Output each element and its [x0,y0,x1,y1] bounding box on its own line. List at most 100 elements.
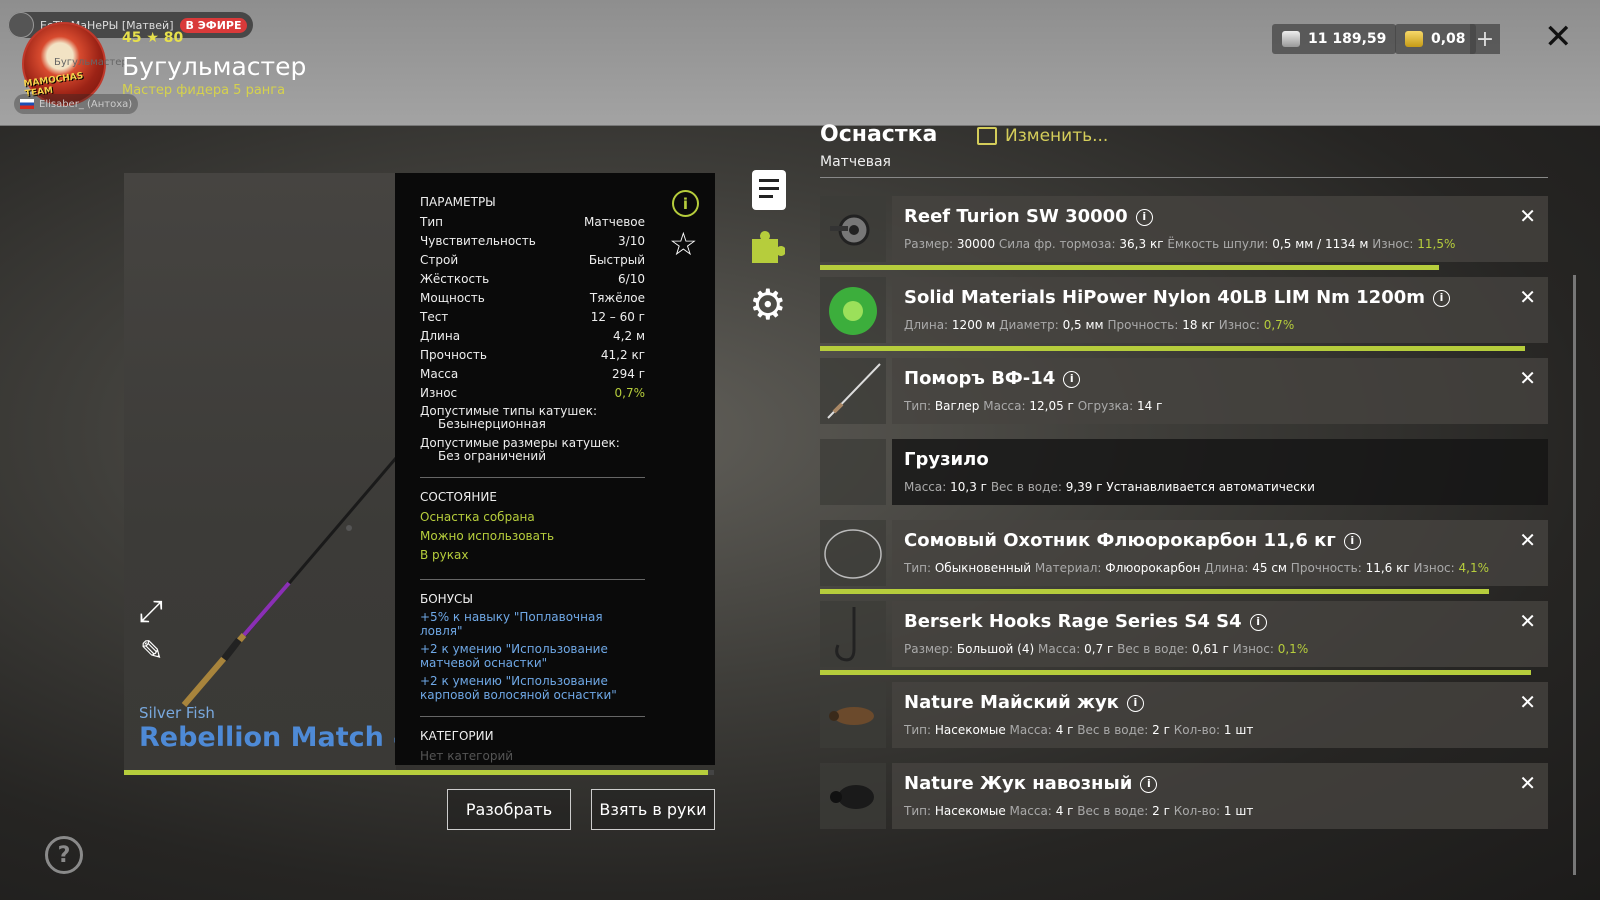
param-value: Тяжёлое [589,291,645,305]
bonus-title: БОНУСЫ [420,592,473,606]
item-props: Масса: 10,3 г Вес в воде: 9,39 г Устанав… [904,480,1315,494]
state-item: Оснастка собрана [420,510,535,524]
tackle-title: Оснастка [820,122,938,147]
info-icon[interactable]: i [1063,371,1081,388]
player-name: Бугульмастер [122,52,307,81]
info-icon[interactable]: i [1135,209,1153,226]
expand-icon[interactable]: ⤢ [139,594,163,629]
param-row: Мощность Тяжёлое [420,289,645,308]
info-icon[interactable]: i [1343,533,1361,550]
add-currency-button[interactable]: + [1470,24,1500,54]
param-row: Износ 0,7% [420,384,645,403]
param-row: Тест 12 – 60 г [420,308,645,327]
remove-item-icon[interactable]: ✕ [1519,204,1536,228]
prop-value: 1 шт [1223,723,1254,737]
remove-item-icon[interactable]: ✕ [1519,366,1536,390]
bonus-item: +2 к умению "Использование матчевой осна… [420,642,608,670]
close-button[interactable]: ✕ [1544,20,1573,54]
param-label: Тип [420,215,443,229]
viewer-row: Elisaber_ (Антоха) [14,94,139,114]
divider [820,177,1548,178]
item-name-row: Solid Materials HiPower Nylon 40LB LIM N… [904,287,1451,308]
tackle-item[interactable]: Грузило Масса: 10,3 г Вес в воде: 9,39 г … [820,439,1548,505]
info-icon[interactable]: i [1433,290,1451,307]
remove-item-icon[interactable]: ✕ [1519,690,1536,714]
prop-value: 0,61 г [1192,642,1229,656]
item-thumbnail [820,358,886,424]
tackle-item[interactable]: Berserk Hooks Rage Series S4 S4 i Размер: … [820,601,1548,675]
rod-preview [124,173,398,775]
prop-value: 36,3 кг [1119,237,1164,251]
item-props: Тип: Обыкновенный Материал: Флюорокарбон… [904,561,1489,575]
star-icon[interactable]: ☆ [669,228,698,260]
prop-label: Материал: [1034,561,1102,575]
remove-item-icon[interactable]: ✕ [1519,528,1536,552]
info-icon[interactable]: i [1126,695,1144,712]
disassemble-button[interactable]: Разобрать [447,789,571,830]
item-card[interactable]: Nature Майский жук i Тип: Насекомые Масса:… [892,682,1548,748]
tackle-item[interactable]: Сомовый Охотник Флюорокарбон 11,6 кг i Тип… [820,520,1548,594]
prop-label: Ёмкость шпули: [1167,237,1269,251]
prop-label: Кол-во: [1173,804,1221,818]
param-value: 4,2 м [613,329,645,343]
prop-label: Огрузка: [1077,399,1134,413]
info-icon[interactable]: i [1140,776,1158,793]
remove-item-icon[interactable]: ✕ [1519,285,1536,309]
prop-value: Насекомые [934,723,1006,737]
take-in-hand-button[interactable]: Взять в руки [591,789,715,830]
item-name: Reef Turion SW 30000 [904,206,1128,227]
param-row: Чувствительность 3/10 [420,232,645,251]
item-card[interactable]: Грузило Масса: 10,3 г Вес в воде: 9,39 г … [892,439,1548,505]
edit-tackle-button[interactable]: Изменить... [977,126,1108,146]
item-card[interactable]: Поморъ ВФ-14 i Тип: Ваглер Масса: 12,05 г … [892,358,1548,424]
info-icon[interactable]: i [1249,614,1267,631]
gold-coin-icon [1405,31,1423,47]
document-icon[interactable] [752,170,786,210]
prop-value: Флюорокарбон [1105,561,1201,575]
tackle-item[interactable]: Solid Materials HiPower Nylon 40LB LIM N… [820,277,1548,351]
prop-label: Масса: [983,399,1026,413]
item-name: Сомовый Охотник Флюорокарбон 11,6 кг [904,530,1336,551]
item-card[interactable]: Nature Жук навозный i Тип: Насекомые Масса… [892,763,1548,829]
item-card[interactable]: Berserk Hooks Rage Series S4 S4 i Размер: … [892,601,1548,667]
tackle-item[interactable]: Поморъ ВФ-14 i Тип: Ваглер Масса: 12,05 г … [820,358,1548,424]
rod-wear-fill [124,770,709,775]
categories-title: КАТЕГОРИИ [420,729,494,743]
brush-icon[interactable]: ✎ [140,634,163,667]
puzzle-icon[interactable] [749,228,785,264]
remove-item-icon[interactable]: ✕ [1519,771,1536,795]
prop-value: 1 шт [1223,804,1254,818]
prop-label: Диаметр: [999,318,1059,332]
item-card[interactable]: Сомовый Охотник Флюорокарбон 11,6 кг i Тип… [892,520,1548,586]
divider [420,579,645,580]
item-props: Размер: 30000 Сила фр. тормоза: 36,3 кг … [904,237,1455,251]
scrollbar[interactable] [1573,275,1576,875]
prop-label: Вес в воде: [1117,642,1189,656]
prop-value: Ваглер [934,399,980,413]
info-icon[interactable]: i [672,190,699,217]
silver-amount: 11 189,59 [1308,31,1387,47]
prop-label: Масса: [904,480,947,494]
prop-value: 2 г [1152,723,1170,737]
param-label: Износ [420,386,458,400]
item-wear-bar [820,670,1532,675]
tackle-item[interactable]: Nature Майский жук i Тип: Насекомые Масса:… [820,682,1548,748]
gear-icon[interactable]: ⚙ [749,284,787,326]
item-wear-bar [820,589,1490,594]
prop-value: Большой (4) [956,642,1035,656]
item-wear-bar [820,265,1440,270]
streamer-avatar [8,12,34,38]
remove-item-icon[interactable]: ✕ [1519,609,1536,633]
param-label: Строй [420,253,459,267]
item-props: Тип: Насекомые Масса: 4 г Вес в воде: 2 … [904,804,1253,818]
help-icon[interactable]: ? [45,836,83,874]
top-bar: ЕсТЬ МаНеРЫ [Матвей] В ЭФИРЕ MAMOCHAS TE… [0,0,1600,126]
item-card[interactable]: Reef Turion SW 30000 i Размер: 30000 Сила … [892,196,1548,262]
item-thumbnail [820,520,886,586]
rod-brand: Silver Fish [139,704,215,722]
tackle-item[interactable]: Reef Turion SW 30000 i Размер: 30000 Сила … [820,196,1548,270]
item-thumbnail [820,196,886,262]
param-row: Масса 294 г [420,365,645,384]
item-card[interactable]: Solid Materials HiPower Nylon 40LB LIM N… [892,277,1548,343]
tackle-item[interactable]: Nature Жук навозный i Тип: Насекомые Масса… [820,763,1548,829]
